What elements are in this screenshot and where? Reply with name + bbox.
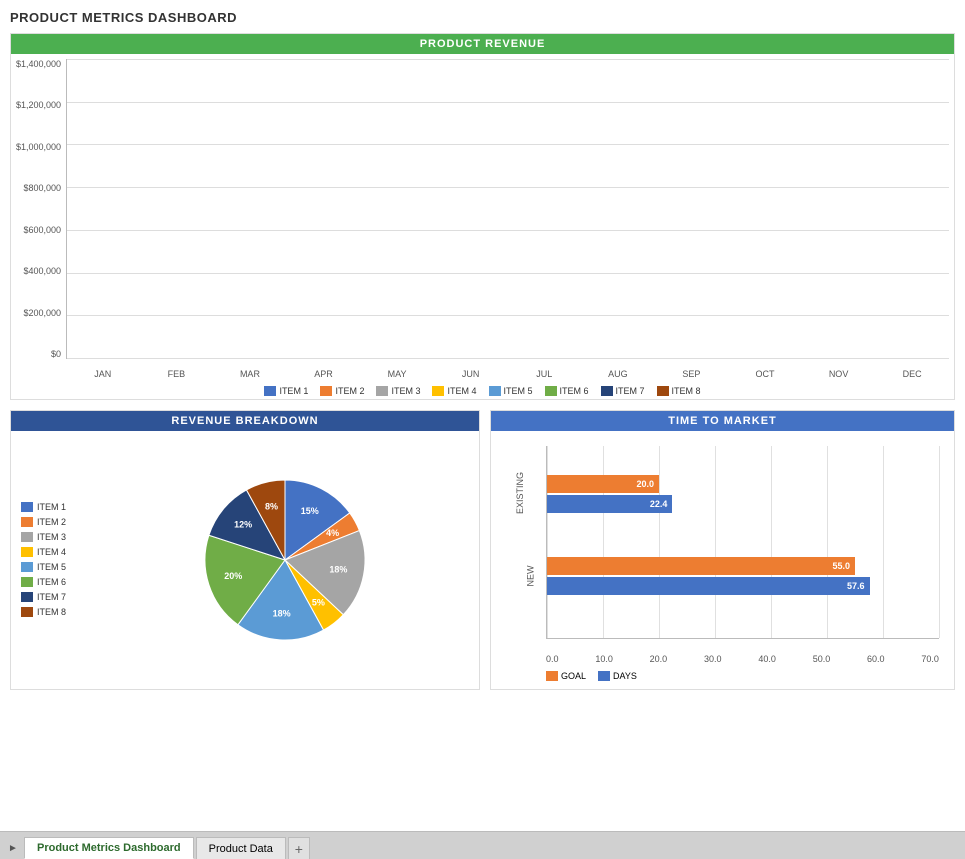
- svg-text:18%: 18%: [329, 565, 347, 575]
- y-label-800: $800,000: [11, 183, 61, 193]
- x-label-aug: AUG: [581, 369, 655, 379]
- pie-legend: ITEM 1 ITEM 2 ITEM 3 ITEM 4 ITEM 5 ITEM 6 ITEM…: [21, 502, 91, 619]
- pie-legend-item-2: ITEM 2: [21, 517, 91, 527]
- tab-bar: ► Product Metrics Dashboard Product Data…: [0, 831, 965, 859]
- pie-legend-item-8: ITEM 8: [21, 607, 91, 617]
- legend-item-item-2: ITEM 2: [320, 386, 364, 396]
- pie-chart-header: REVENUE BREAKDOWN: [11, 411, 479, 431]
- x-label-feb: FEB: [140, 369, 214, 379]
- ttm-body: 20.0 22.4 55.0 57.6 EXISTING NEW 0.010.0…: [491, 431, 954, 689]
- pie-legend-item-1: ITEM 1: [21, 502, 91, 512]
- y-label-200: $200,000: [11, 308, 61, 318]
- legend-item-item-1: ITEM 1: [264, 386, 308, 396]
- svg-text:20%: 20%: [224, 571, 242, 581]
- y-label-1400: $1,400,000: [11, 59, 61, 69]
- bars-area: [66, 59, 949, 359]
- svg-text:8%: 8%: [265, 502, 278, 512]
- x-label-may: MAY: [360, 369, 434, 379]
- x-label-mar: MAR: [213, 369, 287, 379]
- revenue-legend: ITEM 1 ITEM 2 ITEM 3 ITEM 4 ITEM 5 ITEM 6 ITEM…: [11, 386, 954, 396]
- y-label-600: $600,000: [11, 225, 61, 235]
- tab-product-data[interactable]: Product Data: [196, 837, 286, 859]
- svg-text:18%: 18%: [273, 609, 291, 619]
- ttm-legend-goal: GOAL: [546, 671, 586, 681]
- pie-chart-container: REVENUE BREAKDOWN ITEM 1ITEM 2ITEM 3ITEM…: [10, 410, 480, 690]
- pie-svg-container: 15% 4% 18% 5% 18% 20% 12% 8%: [101, 470, 469, 650]
- x-label-dec: DEC: [875, 369, 949, 379]
- ttm-legend-days: DAYS: [598, 671, 637, 681]
- legend-item-item-6: ITEM 6: [545, 386, 589, 396]
- y-label-400: $400,000: [11, 266, 61, 276]
- ttm-chart-container: TIME TO MARKET 20.0 22.4 55.0 57.6: [490, 410, 955, 690]
- bottom-row: REVENUE BREAKDOWN ITEM 1ITEM 2ITEM 3ITEM…: [10, 410, 955, 690]
- x-label-nov: NOV: [802, 369, 876, 379]
- legend-item-item-3: ITEM 3: [376, 386, 420, 396]
- revenue-chart-container: PRODUCT REVENUE $1,400,000 $1,200,000 $1…: [10, 33, 955, 400]
- x-label-oct: OCT: [728, 369, 802, 379]
- x-label-sep: SEP: [655, 369, 729, 379]
- pie-body: ITEM 1 ITEM 2 ITEM 3 ITEM 4 ITEM 5 ITEM 6 ITEM…: [11, 431, 479, 689]
- pie-legend-item-6: ITEM 6: [21, 577, 91, 587]
- svg-text:12%: 12%: [234, 520, 252, 530]
- pie-legend-item-3: ITEM 3: [21, 532, 91, 542]
- tab-add-button[interactable]: +: [288, 837, 310, 859]
- x-label-jul: JUL: [507, 369, 581, 379]
- svg-text:4%: 4%: [326, 528, 339, 538]
- y-axis: $1,400,000 $1,200,000 $1,000,000 $800,00…: [11, 59, 66, 359]
- ttm-chart-header: TIME TO MARKET: [491, 411, 954, 431]
- y-label-1200: $1,200,000: [11, 100, 61, 110]
- svg-text:5%: 5%: [312, 597, 325, 607]
- svg-text:15%: 15%: [301, 506, 319, 516]
- main-content: PRODUCT METRICS DASHBOARD PRODUCT REVENU…: [0, 0, 965, 831]
- tab-product-metrics-dashboard[interactable]: Product Metrics Dashboard: [24, 837, 194, 859]
- revenue-chart-header: PRODUCT REVENUE: [11, 34, 954, 54]
- legend-item-item-4: ITEM 4: [432, 386, 476, 396]
- pie-legend-item-7: ITEM 7: [21, 592, 91, 602]
- x-label-jan: JAN: [66, 369, 140, 379]
- x-labels: JANFEBMARAPRMAYJUNJULAUGSEPOCTNOVDEC: [66, 369, 949, 379]
- tab-scroll-arrow[interactable]: ►: [5, 837, 21, 859]
- pie-legend-item-5: ITEM 5: [21, 562, 91, 572]
- pie-legend-item-4: ITEM 4: [21, 547, 91, 557]
- legend-item-item-7: ITEM 7: [601, 386, 645, 396]
- legend-item-item-5: ITEM 5: [489, 386, 533, 396]
- x-label-apr: APR: [287, 369, 361, 379]
- grid-lines: [67, 59, 949, 358]
- app-container: PRODUCT METRICS DASHBOARD PRODUCT REVENU…: [0, 0, 965, 859]
- y-label-0: $0: [11, 349, 61, 359]
- y-label-1000: $1,000,000: [11, 142, 61, 152]
- page-title: PRODUCT METRICS DASHBOARD: [10, 10, 955, 25]
- legend-item-item-8: ITEM 8: [657, 386, 701, 396]
- revenue-chart-body: $1,400,000 $1,200,000 $1,000,000 $800,00…: [11, 54, 954, 399]
- x-label-jun: JUN: [434, 369, 508, 379]
